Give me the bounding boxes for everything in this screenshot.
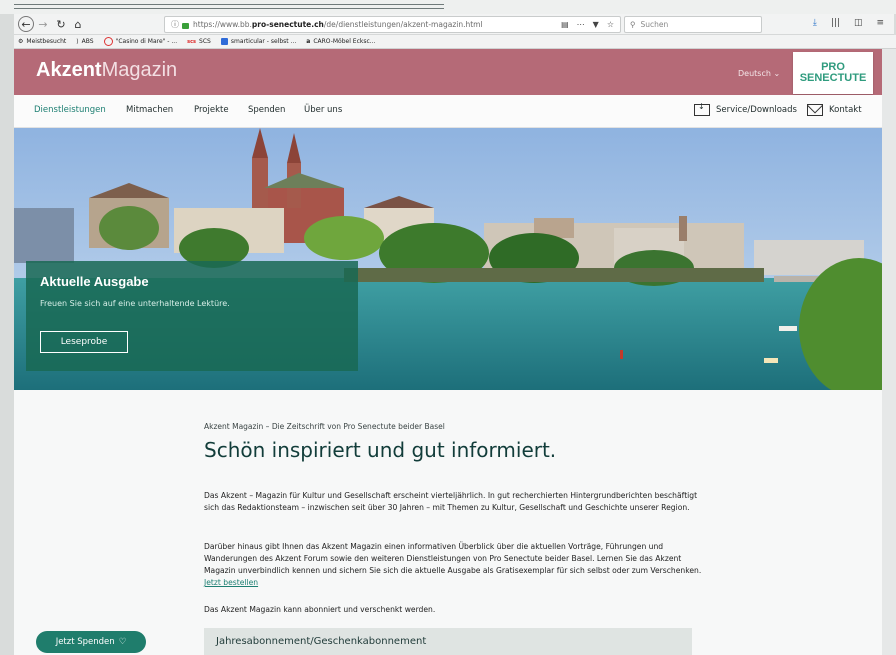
caro-icon: a [306, 38, 311, 45]
forward-icon[interactable]: → [36, 17, 50, 31]
lock-icon [182, 22, 189, 29]
main-content: Akzent Magazin – Die Zeitschrift von Pro… [14, 390, 882, 655]
browser-toolbar: ← → ↻ ⌂ ⓘ https://www.bb.pro-senectute.c… [14, 14, 894, 35]
bookmark-item[interactable]: scs SCS [187, 38, 211, 45]
url-bar[interactable]: ⓘ https://www.bb.pro-senectute.ch/de/die… [164, 16, 621, 33]
nav-item-spenden[interactable]: Spenden [248, 105, 285, 115]
heart-icon: ♡ [118, 637, 127, 647]
photo-frame [0, 0, 896, 14]
contact-link[interactable]: Kontakt [807, 104, 862, 116]
service-downloads-link[interactable]: Service/Downloads [694, 102, 797, 116]
scrollbar[interactable] [882, 49, 896, 655]
more-icon[interactable]: ⋯ [577, 20, 585, 29]
search-icon: ⚲ [630, 20, 636, 29]
download-box-icon [694, 102, 710, 116]
nav-item-ueber-uns[interactable]: Über uns [304, 105, 342, 115]
bookmark-item[interactable]: "Casino di Mare" - ... [103, 37, 177, 46]
library-icon[interactable]: ||| [831, 18, 840, 28]
bookmark-item[interactable]: ⚙ Meistbesucht [18, 38, 66, 45]
kicker-text: Akzent Magazin – Die Zeitschrift von Pro… [204, 422, 445, 431]
chevron-down-icon: ⌄ [773, 69, 781, 78]
url-text: https://www.bb.pro-senectute.ch/de/diens… [193, 20, 483, 29]
pocket-icon[interactable]: ▼ [593, 20, 599, 29]
hero-subtitle: Freuen Sie sich auf eine unterhaltende L… [40, 299, 230, 308]
frame-line [14, 8, 444, 9]
nav-item-mitmachen[interactable]: Mitmachen [126, 105, 173, 115]
main-nav: Dienstleistungen Mitmachen Projekte Spen… [14, 95, 882, 128]
subscription-paragraph: Das Akzent Magazin kann abonniert und ve… [204, 605, 436, 614]
intro-paragraph: Das Akzent – Magazin für Kultur und Gese… [204, 491, 698, 512]
leseprobe-button[interactable]: Leseprobe [40, 331, 128, 353]
donate-button[interactable]: Jetzt Spenden ♡ [36, 631, 146, 653]
bookmarks-bar: ⚙ Meistbesucht ⟩ ABS "Casino di Mare" - ..… [14, 35, 896, 49]
hero-banner: Aktuelle Ausgabe Freuen Sie sich auf ein… [14, 128, 882, 390]
search-placeholder: Suchen [640, 20, 669, 29]
pro-senectute-logo[interactable]: PRO SENECTUTE [793, 52, 873, 94]
star-icon[interactable]: ☆ [607, 20, 614, 29]
smarticular-icon [220, 38, 228, 45]
home-icon[interactable]: ⌂ [71, 17, 85, 31]
sidebar-icon[interactable]: ◫ [854, 18, 863, 28]
scs-icon: scs [187, 38, 197, 45]
download-icon[interactable]: ⤓ [813, 18, 817, 28]
search-input[interactable]: ⚲ Suchen [624, 16, 762, 33]
info-icon[interactable]: ⓘ [171, 19, 180, 30]
nav-item-projekte[interactable]: Projekte [194, 105, 229, 115]
casino-icon [103, 37, 113, 46]
site-header: AkzentMagazin Deutsch ⌄ PRO SENECTUTE [14, 49, 882, 95]
overview-paragraph: Darüber hinaus gibt Ihnen das Akzent Mag… [204, 542, 702, 587]
gear-icon: ⚙ [18, 38, 24, 45]
bookmark-item[interactable]: ⟩ ABS [76, 38, 93, 45]
mail-icon [807, 104, 823, 116]
page-title: Schön inspiriert und gut informiert. [204, 438, 557, 462]
nav-item-dienstleistungen[interactable]: Dienstleistungen [34, 105, 106, 115]
bookmark-item[interactable]: smarticular - selbst ... [220, 38, 296, 45]
akzent-logo[interactable]: AkzentMagazin [36, 59, 177, 82]
reader-icon[interactable]: ▤ [561, 20, 569, 29]
chevron-icon: ⟩ [76, 38, 79, 45]
reload-icon[interactable]: ↻ [54, 17, 68, 31]
order-now-link[interactable]: Jetzt bestellen [204, 578, 258, 587]
hero-title: Aktuelle Ausgabe [40, 274, 149, 289]
hero-overlay-box: Aktuelle Ausgabe Freuen Sie sich auf ein… [26, 261, 358, 371]
bookmark-item[interactable]: a CARO-Möbel Ecksc... [306, 38, 375, 45]
frame-line [14, 4, 444, 5]
language-select[interactable]: Deutsch ⌄ [738, 69, 780, 78]
back-icon[interactable]: ← [18, 16, 34, 32]
menu-icon[interactable]: ≡ [876, 18, 884, 28]
subscription-accordion[interactable]: Jahresabonnement/Geschenkabonnement [204, 628, 692, 655]
